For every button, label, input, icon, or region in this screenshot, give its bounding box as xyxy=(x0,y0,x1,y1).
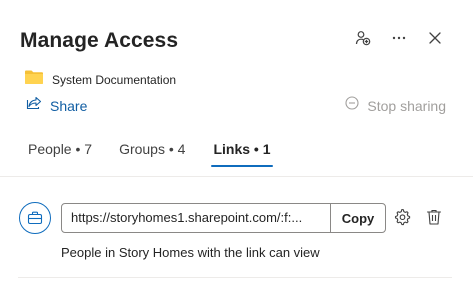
gear-icon[interactable] xyxy=(393,208,411,231)
tab-people[interactable]: People • 7 xyxy=(28,141,92,167)
stop-icon xyxy=(345,96,359,115)
organization-link-icon xyxy=(19,202,51,234)
share-label: Share xyxy=(50,97,88,114)
folder-icon xyxy=(24,69,44,90)
link-url-field: Copy xyxy=(61,203,386,233)
tab-groups[interactable]: Groups • 4 xyxy=(119,141,185,167)
more-icon[interactable] xyxy=(389,28,409,48)
tab-list: People • 7 Groups • 4 Links • 1 xyxy=(28,141,273,167)
document-info: System Documentation xyxy=(24,69,176,90)
delete-icon[interactable] xyxy=(425,208,443,231)
tab-links[interactable]: Links • 1 xyxy=(211,141,273,167)
close-icon[interactable] xyxy=(425,28,445,48)
stop-sharing-button[interactable]: Stop sharing xyxy=(345,96,446,115)
link-divider xyxy=(18,277,452,278)
share-people-icon[interactable] xyxy=(353,28,373,48)
link-description: People in Story Homes with the link can … xyxy=(61,245,320,260)
document-name: System Documentation xyxy=(52,72,177,87)
stop-sharing-label: Stop sharing xyxy=(367,97,446,114)
tabs-divider xyxy=(0,176,473,177)
copy-button[interactable]: Copy xyxy=(330,204,385,232)
share-icon xyxy=(26,96,42,115)
link-url-input[interactable] xyxy=(62,204,330,232)
header-actions xyxy=(353,28,445,48)
share-button[interactable]: Share xyxy=(26,96,87,115)
manage-access-panel: Manage Access System Documentation Share… xyxy=(0,0,473,301)
page-title: Manage Access xyxy=(20,29,179,52)
